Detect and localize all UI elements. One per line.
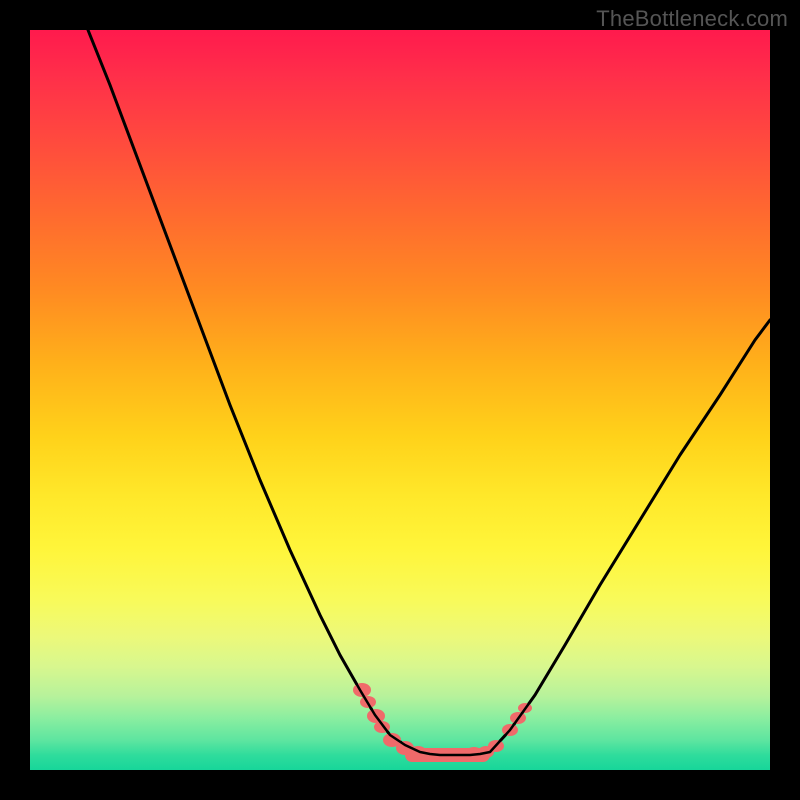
bottleneck-curve [88,30,770,755]
watermark-text: TheBottleneck.com [596,6,788,32]
chart-frame: TheBottleneck.com [0,0,800,800]
plot-area [30,30,770,770]
v-curve-path-overlay [88,30,770,755]
curve-layer [30,30,770,770]
v-curve-path [88,30,770,755]
